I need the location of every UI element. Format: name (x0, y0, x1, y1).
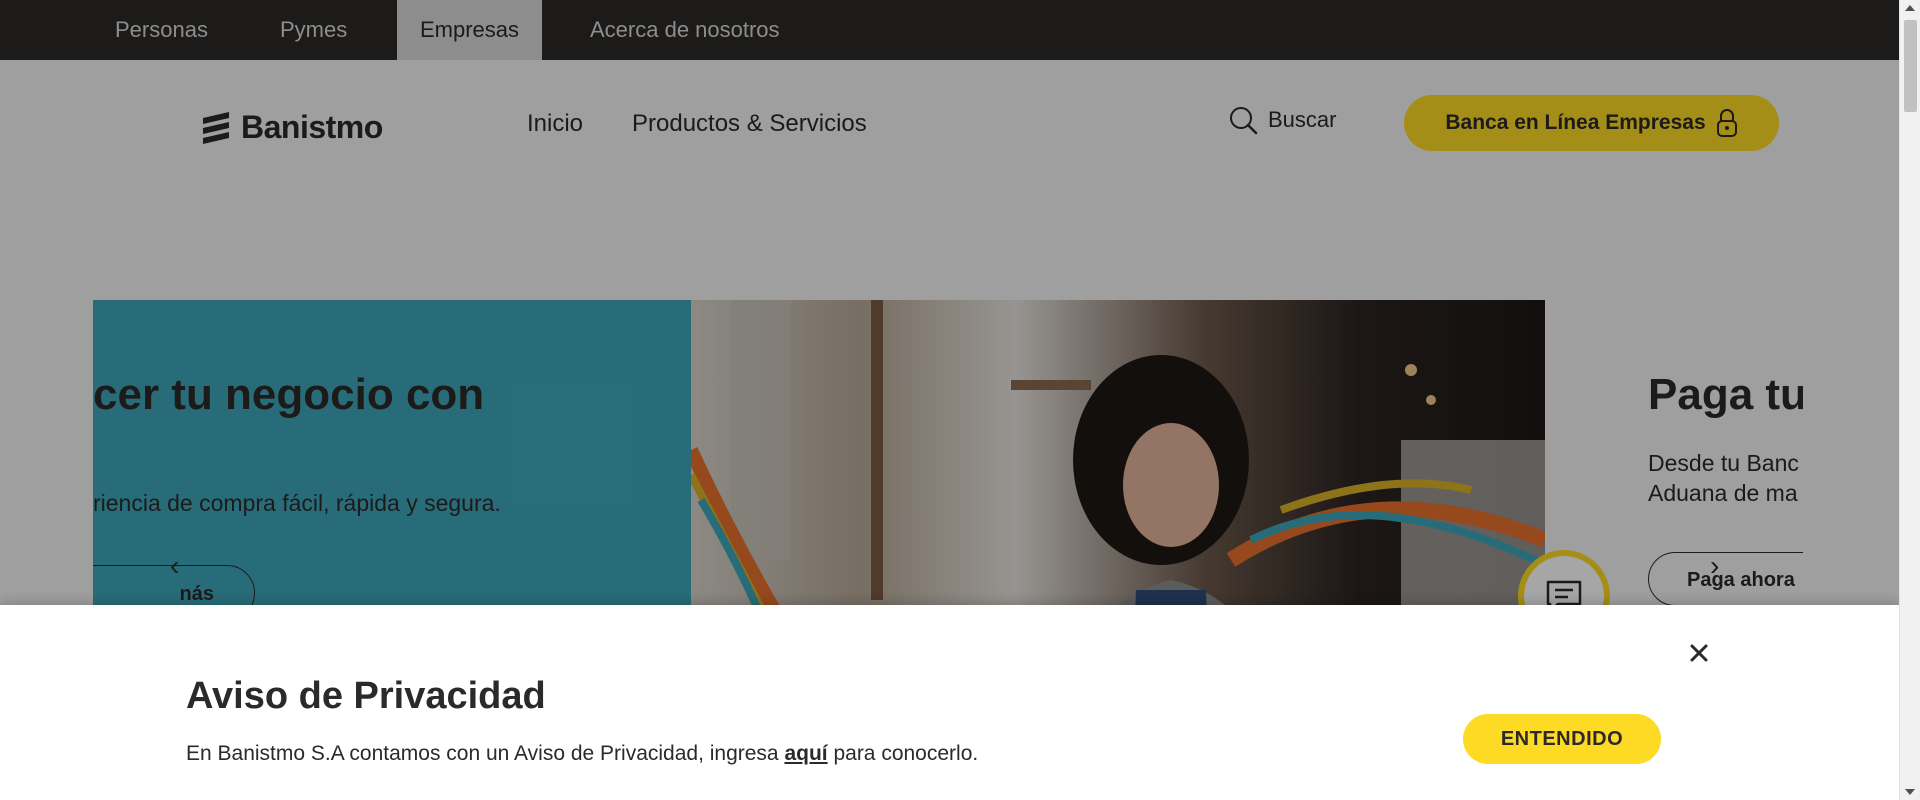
privacy-title: Aviso de Privacidad (186, 675, 546, 717)
privacy-text: En Banistmo S.A contamos con un Aviso de… (186, 742, 978, 766)
modal-overlay (0, 0, 1899, 605)
scroll-down-icon[interactable] (1905, 789, 1915, 795)
privacy-text-before: En Banistmo S.A contamos con un Aviso de… (186, 742, 785, 765)
scroll-up-icon[interactable] (1905, 5, 1915, 11)
privacy-link[interactable]: aquí (784, 742, 827, 765)
close-icon[interactable] (1685, 639, 1713, 667)
privacy-banner: Aviso de Privacidad En Banistmo S.A cont… (0, 605, 1899, 800)
scrollbar-thumb[interactable] (1904, 20, 1917, 112)
privacy-text-after: para conocerlo. (827, 742, 979, 765)
page-scrollbar[interactable] (1899, 0, 1920, 800)
entendido-button[interactable]: ENTENDIDO (1463, 714, 1661, 764)
